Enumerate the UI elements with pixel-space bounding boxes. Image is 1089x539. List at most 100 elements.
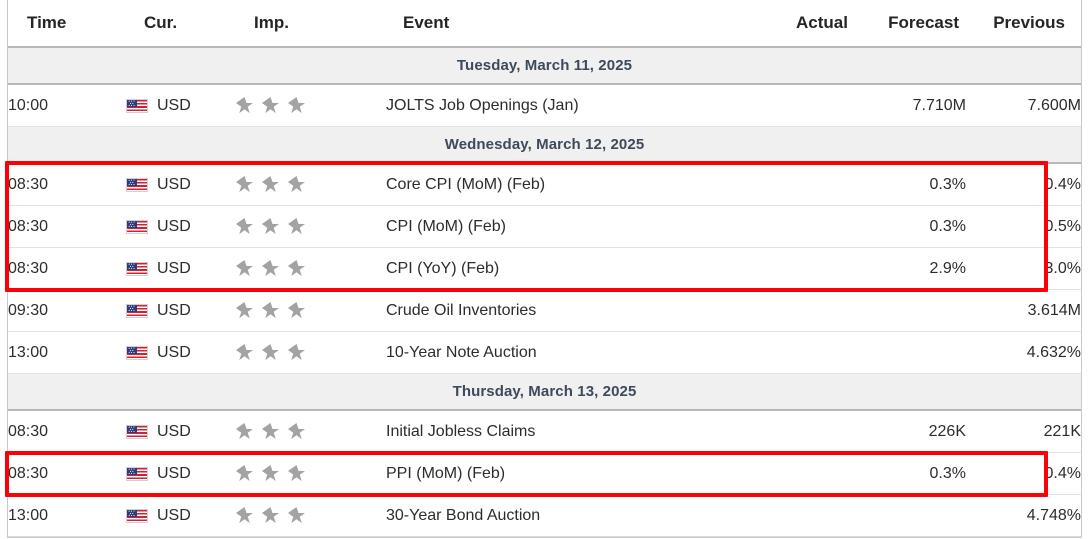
cell-actual xyxy=(771,163,856,206)
column-header-forecast[interactable]: Forecast xyxy=(856,0,966,48)
star-icon xyxy=(288,176,305,193)
table-row[interactable]: 08:30 USD PPI (MoM) (Feb) 0.3% 0.4% xyxy=(8,452,1081,495)
table-row[interactable]: 08:30 USD CPI (MoM) (Feb) 0.3% 0.5% xyxy=(8,205,1081,248)
cell-previous: 0.5% xyxy=(966,205,1081,248)
cell-currency: USD xyxy=(126,205,236,248)
economic-calendar-table-wrapper: Time Cur. Imp. Event Actual Forecast Pre… xyxy=(7,0,1082,538)
cell-previous: 3.614M xyxy=(966,289,1081,332)
star-icon xyxy=(288,260,305,277)
cell-currency: USD xyxy=(126,452,236,495)
cell-currency: USD xyxy=(126,247,236,290)
cell-currency: USD xyxy=(126,331,236,374)
currency-code: USD xyxy=(157,343,191,361)
date-separator-row: Tuesday, March 11, 2025 xyxy=(8,46,1081,85)
currency-code: USD xyxy=(157,217,191,235)
cell-forecast xyxy=(856,494,966,537)
column-header-previous[interactable]: Previous xyxy=(966,0,1081,48)
cell-currency: USD xyxy=(126,84,236,127)
cell-event-name[interactable]: Initial Jobless Claims xyxy=(386,410,771,453)
cell-importance[interactable] xyxy=(236,247,386,290)
cell-previous: 3.0% xyxy=(966,247,1081,290)
us-flag-icon xyxy=(126,177,148,192)
table-row[interactable]: 08:30 USD CPI (YoY) (Feb) 2.9% 3.0% xyxy=(8,247,1081,290)
cell-time: 08:30 xyxy=(8,410,126,453)
column-header-impact[interactable]: Imp. xyxy=(236,0,386,48)
column-header-currency[interactable]: Cur. xyxy=(126,0,236,48)
economic-calendar-table: Time Cur. Imp. Event Actual Forecast Pre… xyxy=(8,0,1081,537)
cell-actual xyxy=(771,247,856,290)
cell-actual xyxy=(771,494,856,537)
currency-code: USD xyxy=(157,175,191,193)
cell-actual xyxy=(771,331,856,374)
star-icon xyxy=(288,465,305,482)
importance-rating xyxy=(236,260,386,277)
currency-code: USD xyxy=(157,96,191,114)
table-row[interactable]: 13:00 USD 30-Year Bond Auction 4.748% xyxy=(8,494,1081,537)
currency-group: USD xyxy=(126,260,236,278)
cell-time: 08:30 xyxy=(8,205,126,248)
star-icon xyxy=(236,97,253,114)
star-icon xyxy=(262,465,279,482)
cell-importance[interactable] xyxy=(236,494,386,537)
cell-importance[interactable] xyxy=(236,452,386,495)
cell-importance[interactable] xyxy=(236,410,386,453)
cell-actual xyxy=(771,84,856,127)
cell-event-name[interactable]: CPI (MoM) (Feb) xyxy=(386,205,771,248)
cell-currency: USD xyxy=(126,494,236,537)
cell-event-name[interactable]: PPI (MoM) (Feb) xyxy=(386,452,771,495)
cell-importance[interactable] xyxy=(236,289,386,332)
us-flag-icon xyxy=(126,98,148,113)
cell-currency: USD xyxy=(126,289,236,332)
importance-rating xyxy=(236,176,386,193)
cell-event-name[interactable]: Core CPI (MoM) (Feb) xyxy=(386,163,771,206)
cell-actual xyxy=(771,205,856,248)
currency-group: USD xyxy=(126,344,236,362)
cell-importance[interactable] xyxy=(236,205,386,248)
cell-event-name[interactable]: JOLTS Job Openings (Jan) xyxy=(386,84,771,127)
importance-rating xyxy=(236,97,386,114)
cell-forecast: 2.9% xyxy=(856,247,966,290)
date-separator-row: Wednesday, March 12, 2025 xyxy=(8,126,1081,164)
column-header-time[interactable]: Time xyxy=(8,0,126,48)
cell-forecast xyxy=(856,289,966,332)
cell-event-name[interactable]: Crude Oil Inventories xyxy=(386,289,771,332)
cell-event-name[interactable]: CPI (YoY) (Feb) xyxy=(386,247,771,290)
cell-event-name[interactable]: 30-Year Bond Auction xyxy=(386,494,771,537)
column-header-actual[interactable]: Actual xyxy=(771,0,856,48)
star-icon xyxy=(236,344,253,361)
star-icon xyxy=(262,344,279,361)
column-header-event[interactable]: Event xyxy=(386,0,771,48)
star-icon xyxy=(236,260,253,277)
star-icon xyxy=(262,302,279,319)
cell-event-name[interactable]: 10-Year Note Auction xyxy=(386,331,771,374)
currency-group: USD xyxy=(126,176,236,194)
us-flag-icon xyxy=(126,219,148,234)
table-row[interactable]: 09:30 USD Crude Oil Inventories 3.614M xyxy=(8,289,1081,332)
star-icon xyxy=(262,218,279,235)
importance-rating xyxy=(236,465,386,482)
currency-code: USD xyxy=(157,259,191,277)
cell-time: 08:30 xyxy=(8,247,126,290)
table-row[interactable]: 10:00 USD JOLTS Job Openings (Jan) 7.710M 7.… xyxy=(8,84,1081,127)
importance-rating xyxy=(236,218,386,235)
cell-importance[interactable] xyxy=(236,331,386,374)
currency-code: USD xyxy=(157,422,191,440)
cell-forecast: 7.710M xyxy=(856,84,966,127)
date-label: Wednesday, March 12, 2025 xyxy=(8,126,1081,164)
star-icon xyxy=(236,218,253,235)
cell-forecast: 0.3% xyxy=(856,205,966,248)
star-icon xyxy=(262,423,279,440)
date-label: Tuesday, March 11, 2025 xyxy=(8,46,1081,85)
table-header: Time Cur. Imp. Event Actual Forecast Pre… xyxy=(8,0,1081,48)
cell-time: 10:00 xyxy=(8,84,126,127)
star-icon xyxy=(288,344,305,361)
star-icon xyxy=(288,218,305,235)
table-row[interactable]: 08:30 USD Core CPI (MoM) (Feb) 0.3% 0.4% xyxy=(8,163,1081,206)
star-icon xyxy=(236,423,253,440)
cell-importance[interactable] xyxy=(236,84,386,127)
currency-group: USD xyxy=(126,465,236,483)
table-row[interactable]: 08:30 USD Initial Jobless Claims 226K 221K xyxy=(8,410,1081,453)
cell-time: 13:00 xyxy=(8,494,126,537)
cell-importance[interactable] xyxy=(236,163,386,206)
table-row[interactable]: 13:00 USD 10-Year Note Auction 4.632% xyxy=(8,331,1081,374)
